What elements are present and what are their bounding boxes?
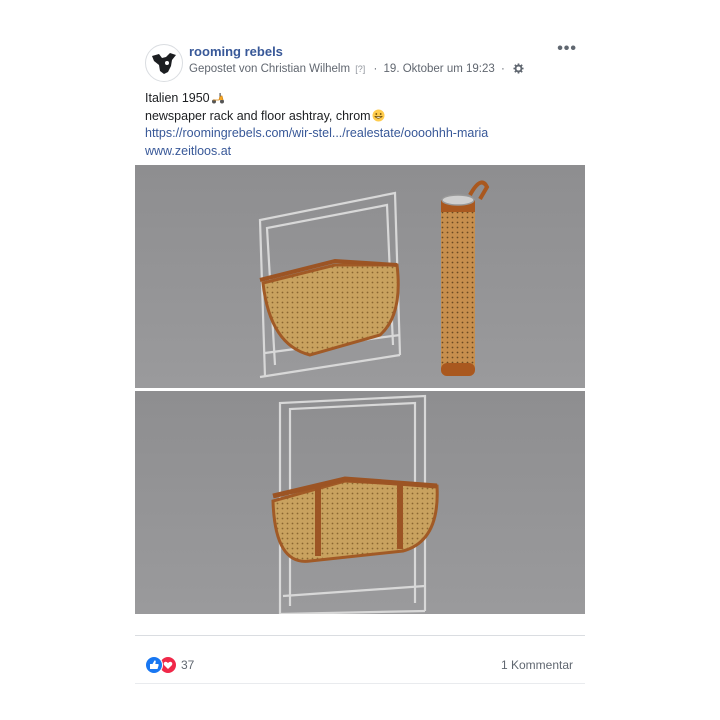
meta-separator: · xyxy=(500,63,505,75)
photo-rack-and-ashtray[interactable] xyxy=(135,165,585,388)
post-card: rooming rebels Gepostet von Christian Wi… xyxy=(135,30,585,690)
photo-image xyxy=(135,165,585,388)
post-link[interactable]: www.zeitloos.at xyxy=(145,144,231,158)
gear-icon[interactable] xyxy=(513,63,524,74)
photo-image xyxy=(135,391,585,614)
post-meta: Gepostet von Christian Wilhelm [?] · 19.… xyxy=(189,63,524,75)
meta-separator: · xyxy=(373,63,378,75)
reaction-count[interactable]: 37 xyxy=(181,658,194,672)
photo-rack[interactable] xyxy=(135,391,585,614)
page-name-link[interactable]: rooming rebels xyxy=(189,44,283,59)
page-avatar[interactable] xyxy=(145,44,183,82)
posted-by-text[interactable]: Gepostet von Christian Wilhelm xyxy=(189,63,350,75)
post-header: rooming rebels Gepostet von Christian Wi… xyxy=(135,40,585,84)
scooter-emoji xyxy=(211,93,224,104)
post-link[interactable]: https://roomingrebels.com/wir-stel.../re… xyxy=(145,126,488,140)
more-options-icon[interactable]: ••• xyxy=(557,40,577,58)
post-text: Italien 1950 newspaper rack and floor as… xyxy=(145,90,575,160)
help-marker[interactable]: [?] xyxy=(355,64,365,74)
text-line: Italien 1950 xyxy=(145,90,575,108)
rebel-logo-icon xyxy=(147,46,181,80)
comments-count-link[interactable]: 1 Kommentar xyxy=(501,658,573,672)
footer-divider xyxy=(135,635,585,636)
text-line: newspaper rack and floor ashtray, chrom xyxy=(145,108,575,126)
like-icon xyxy=(145,656,163,674)
post-footer: 37 1 Kommentar xyxy=(135,650,585,680)
grinning-emoji xyxy=(372,109,385,121)
bottom-divider xyxy=(135,683,585,684)
post-timestamp[interactable]: 19. Oktober um 19:23 xyxy=(384,63,495,75)
